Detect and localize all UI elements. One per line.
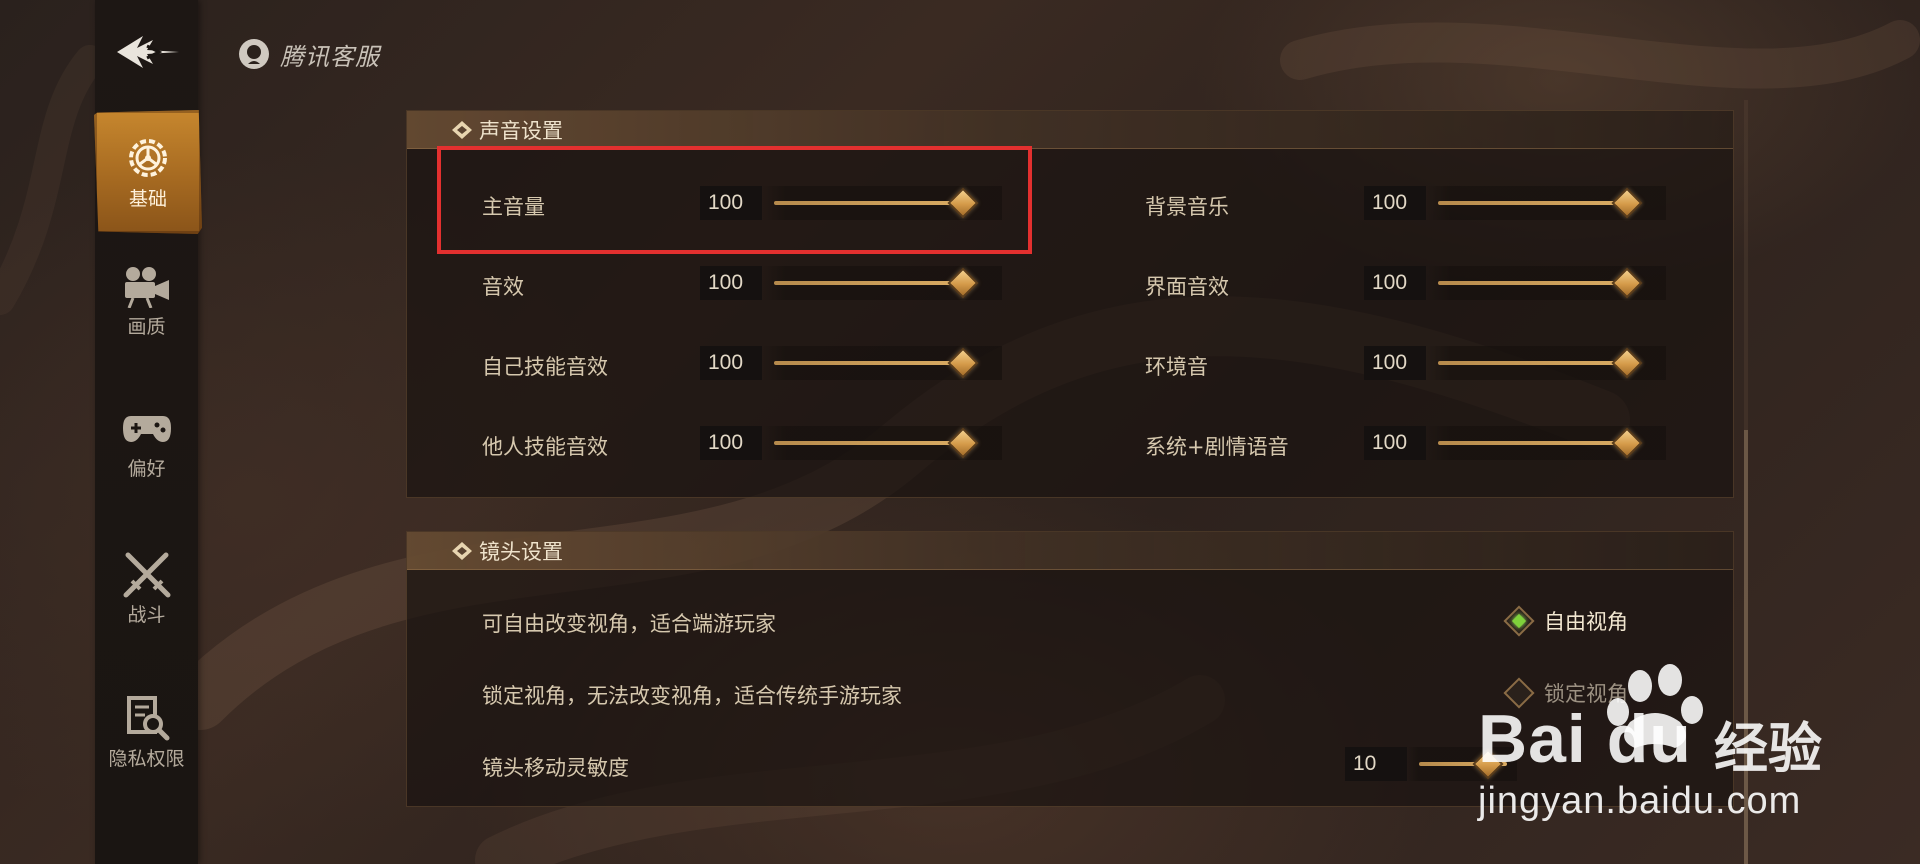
nav-label: 画质	[127, 315, 166, 338]
master-volume-slider[interactable]	[762, 186, 1002, 220]
others-skill-sound-value: 100	[700, 426, 762, 460]
section-diamond-icon	[452, 121, 472, 139]
slider-thumb[interactable]	[1611, 187, 1643, 219]
nav-tab-preference[interactable]: 偏好	[95, 396, 198, 488]
camera-sensitivity-label: 镜头移动灵敏度	[482, 756, 629, 780]
free-view-description: 可自由改变视角，适合端游玩家	[482, 612, 776, 636]
gamepad-icon	[121, 404, 173, 452]
slider-thumb[interactable]	[1611, 347, 1643, 379]
gear-icon	[122, 134, 174, 182]
section-title: 声音设置	[479, 118, 563, 143]
master-volume-label: 主音量	[482, 195, 545, 219]
panel-header: 声音设置	[407, 111, 1733, 149]
nav-label: 战斗	[127, 603, 166, 626]
ui-sound-slider[interactable]	[1426, 266, 1666, 300]
bgm-label: 背景音乐	[1145, 195, 1229, 219]
sound-effects-value: 100	[700, 266, 762, 300]
own-skill-sound-slider[interactable]	[762, 346, 1002, 380]
free-view-label: 自由视角	[1544, 610, 1628, 634]
sound-effects-label: 音效	[482, 275, 524, 299]
back-button[interactable]	[113, 30, 183, 74]
bgm-value: 100	[1364, 186, 1426, 220]
baidu-watermark-jingyan: 经验	[1714, 717, 1822, 780]
ui-sound-label: 界面音效	[1145, 275, 1229, 299]
back-arrow-icon	[117, 36, 179, 68]
camera-sensitivity-value: 10	[1345, 747, 1407, 781]
ambient-sound-label: 环境音	[1145, 355, 1208, 379]
lock-view-description: 锁定视角，无法改变视角，适合传统手游玩家	[482, 684, 902, 708]
others-skill-sound-slider[interactable]	[762, 426, 1002, 460]
camera-icon	[121, 262, 173, 310]
nav-label: 隐私权限	[108, 747, 185, 770]
panel-header: 镜头设置	[407, 532, 1733, 570]
free-view-option[interactable]: 自由视角	[1503, 605, 1628, 637]
system-voice-value: 100	[1364, 426, 1426, 460]
own-skill-sound-label: 自己技能音效	[482, 355, 608, 379]
slider-thumb[interactable]	[947, 187, 979, 219]
nav-label: 偏好	[127, 457, 166, 480]
radio-diamond-icon	[1503, 605, 1535, 637]
tencent-service-logo-icon	[239, 39, 269, 69]
nav-tab-graphics[interactable]: 画质	[95, 254, 198, 346]
nav-tab-privacy[interactable]: 隐私权限	[95, 686, 198, 778]
baidu-watermark-brand: Bai du	[1478, 701, 1692, 777]
slider-thumb[interactable]	[1611, 427, 1643, 459]
brand-name: 腾讯客服	[280, 42, 380, 71]
slider-thumb[interactable]	[947, 427, 979, 459]
own-skill-sound-value: 100	[700, 346, 762, 380]
slider-thumb[interactable]	[947, 347, 979, 379]
ambient-sound-slider[interactable]	[1426, 346, 1666, 380]
slider-thumb[interactable]	[1611, 267, 1643, 299]
section-diamond-icon	[452, 542, 472, 560]
others-skill-sound-label: 他人技能音效	[482, 435, 608, 459]
nav-label: 基础	[128, 187, 167, 210]
master-volume-value: 100	[700, 186, 762, 220]
tencent-service-brand[interactable]: 腾讯客服	[236, 36, 380, 72]
nav-tab-basic[interactable]: 基础	[94, 110, 202, 234]
nav-tab-combat[interactable]: 战斗	[95, 542, 198, 634]
ambient-sound-value: 100	[1364, 346, 1426, 380]
section-title: 镜头设置	[479, 539, 563, 564]
sound-effects-slider[interactable]	[762, 266, 1002, 300]
slider-thumb[interactable]	[947, 267, 979, 299]
system-voice-label: 系统+剧情语音	[1145, 435, 1289, 459]
baidu-watermark-url: jingyan.baidu.com	[1478, 780, 1802, 822]
privacy-search-icon	[121, 694, 173, 742]
crossed-swords-icon	[121, 550, 173, 598]
ui-sound-value: 100	[1364, 266, 1426, 300]
system-voice-slider[interactable]	[1426, 426, 1666, 460]
bgm-slider[interactable]	[1426, 186, 1666, 220]
